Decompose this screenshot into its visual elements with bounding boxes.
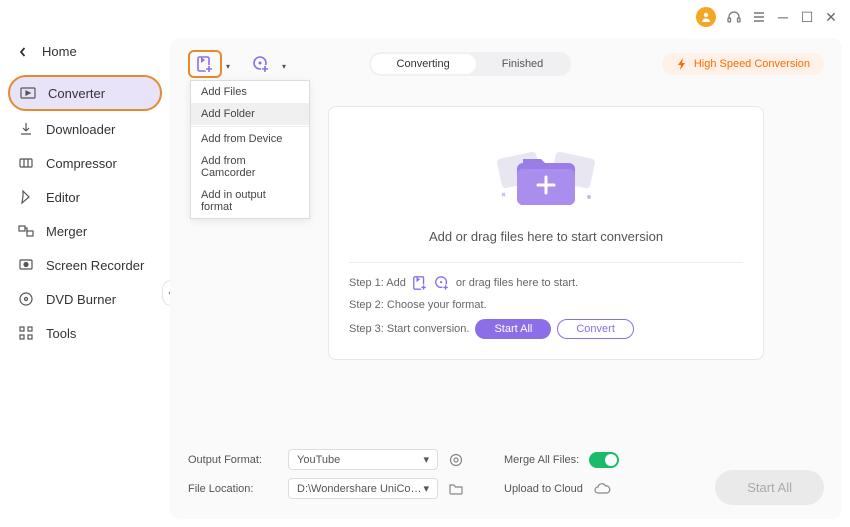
toolbar: ▾ Add Files Add Folder Add from Device A…	[188, 50, 824, 78]
merge-all-toggle[interactable]	[589, 452, 619, 468]
sidebar-item-label: Downloader	[46, 122, 115, 137]
editor-icon	[18, 189, 34, 205]
close-button[interactable]: ✕	[824, 9, 838, 26]
add-dropdown: Add Files Add Folder Add from Device Add…	[190, 80, 310, 219]
sidebar-item-merger[interactable]: Merger	[8, 215, 162, 247]
sidebar-item-label: Tools	[46, 326, 76, 341]
main-panel: ▾ Add Files Add Folder Add from Device A…	[170, 38, 842, 519]
high-speed-label: High Speed Conversion	[694, 58, 810, 70]
output-format-select[interactable]: YouTube ▾	[288, 449, 438, 470]
tab-finished[interactable]: Finished	[476, 54, 570, 74]
settings-icon[interactable]	[448, 452, 464, 468]
titlebar: ─ ☐ ✕	[0, 0, 850, 34]
home-label: Home	[42, 44, 77, 59]
sidebar-item-compressor[interactable]: Compressor	[8, 147, 162, 179]
screen-recorder-icon	[18, 257, 34, 273]
upload-cloud-label: Upload to Cloud	[504, 483, 583, 495]
add-file-icon	[412, 275, 428, 291]
avatar[interactable]	[696, 7, 716, 27]
chevron-down-icon: ▾	[226, 62, 230, 71]
folder-icon[interactable]	[448, 481, 464, 497]
output-format-label: Output Format:	[188, 454, 278, 466]
dropdown-item-add-folder[interactable]: Add Folder	[191, 103, 309, 125]
status-tabs: Converting Finished	[369, 52, 572, 76]
sidebar-item-label: Editor	[46, 190, 80, 205]
converter-icon	[20, 85, 36, 101]
dropzone-headline: Add or drag files here to start conversi…	[349, 229, 743, 244]
dropzone-illustration	[349, 135, 743, 215]
add-dvd-icon	[434, 275, 450, 291]
convert-button[interactable]: Convert	[557, 319, 634, 339]
home-button[interactable]: Home	[8, 38, 162, 65]
start-all-button[interactable]: Start All	[475, 319, 551, 339]
tab-converting[interactable]: Converting	[371, 54, 476, 74]
sidebar-item-converter[interactable]: Converter	[8, 75, 162, 111]
minimize-button[interactable]: ─	[776, 9, 790, 25]
dropdown-item-add-files[interactable]: Add Files	[191, 81, 309, 103]
sidebar-item-label: Screen Recorder	[46, 258, 144, 273]
file-location-select[interactable]: D:\Wondershare UniConverter 1 ▾	[288, 478, 438, 499]
maximize-button[interactable]: ☐	[800, 9, 814, 26]
chevron-down-icon: ▾	[423, 482, 429, 495]
high-speed-badge[interactable]: High Speed Conversion	[662, 53, 824, 75]
dropdown-item-add-from-camcorder[interactable]: Add from Camcorder	[191, 150, 309, 184]
sidebar-item-label: Merger	[46, 224, 87, 239]
dropdown-item-add-from-device[interactable]: Add from Device	[191, 128, 309, 150]
sidebar-item-label: Converter	[48, 86, 105, 101]
chevron-down-icon: ▾	[282, 62, 286, 71]
divider	[349, 262, 743, 263]
sidebar: Home Converter Downloader Compressor Edi…	[0, 34, 170, 527]
compressor-icon	[18, 155, 34, 171]
sidebar-item-editor[interactable]: Editor	[8, 181, 162, 213]
chevron-down-icon: ▾	[423, 453, 429, 466]
headset-icon[interactable]	[726, 9, 742, 25]
dvd-burner-icon	[18, 291, 34, 307]
step-2: Step 2: Choose your format.	[349, 299, 743, 311]
merge-all-label: Merge All Files:	[504, 454, 579, 466]
tools-icon	[18, 325, 34, 341]
cloud-icon[interactable]	[593, 482, 611, 496]
sidebar-item-screen-recorder[interactable]: Screen Recorder	[8, 249, 162, 281]
file-location-label: File Location:	[188, 483, 278, 495]
sidebar-item-tools[interactable]: Tools	[8, 317, 162, 349]
menu-icon[interactable]	[752, 10, 766, 24]
merger-icon	[18, 223, 34, 239]
step-1: Step 1: Add or drag files here to start.	[349, 275, 743, 291]
start-all-main-button[interactable]: Start All	[715, 470, 824, 505]
downloader-icon	[18, 121, 34, 137]
dropdown-item-add-in-output-format[interactable]: Add in output format	[191, 184, 309, 218]
back-icon	[18, 47, 28, 57]
add-file-button[interactable]: ▾ Add Files Add Folder Add from Device A…	[188, 50, 222, 78]
sidebar-item-label: Compressor	[46, 156, 117, 171]
sidebar-item-dvd-burner[interactable]: DVD Burner	[8, 283, 162, 315]
sidebar-item-label: DVD Burner	[46, 292, 116, 307]
dropzone[interactable]: Add or drag files here to start conversi…	[328, 106, 764, 360]
add-dvd-button[interactable]: ▾	[244, 50, 278, 78]
sidebar-item-downloader[interactable]: Downloader	[8, 113, 162, 145]
lightning-icon	[676, 58, 688, 70]
step-3: Step 3: Start conversion. Start All Conv…	[349, 319, 743, 339]
